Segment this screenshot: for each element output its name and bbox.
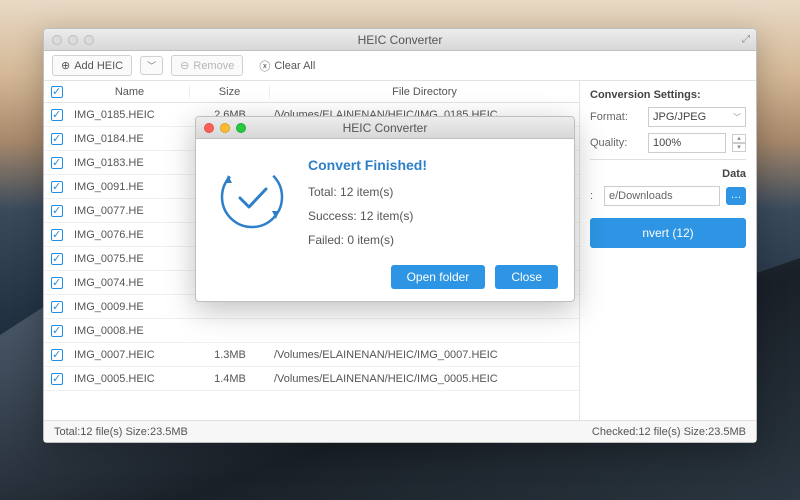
status-total: Total:12 file(s) Size:23.5MB xyxy=(54,426,188,438)
row-name: IMG_0185.HEIC xyxy=(70,109,190,121)
convert-button-label: nvert (12) xyxy=(642,226,693,240)
table-row[interactable]: IMG_0008.HE xyxy=(44,319,579,343)
table-row[interactable]: IMG_0007.HEIC1.3MB/Volumes/ELAINENAN/HEI… xyxy=(44,343,579,367)
row-checkbox[interactable] xyxy=(51,349,63,361)
plus-icon: ⊕ xyxy=(61,59,70,72)
convert-button[interactable]: nvert (12) xyxy=(590,218,746,248)
row-name: IMG_0074.HE xyxy=(70,277,190,289)
status-checked: Checked:12 file(s) Size:23.5MB xyxy=(592,426,746,438)
format-label: Format: xyxy=(590,111,642,123)
settings-pane: Conversion Settings: Format: JPG/JPEG ﹀ … xyxy=(580,81,756,420)
row-size: 1.4MB xyxy=(190,373,270,385)
main-titlebar[interactable]: HEIC Converter ⤢ xyxy=(44,29,756,51)
table-row[interactable]: IMG_0005.HEIC1.4MB/Volumes/ELAINENAN/HEI… xyxy=(44,367,579,391)
quality-input[interactable]: 100% xyxy=(648,133,726,153)
row-checkbox[interactable] xyxy=(51,277,63,289)
open-folder-button[interactable]: Open folder xyxy=(391,265,486,289)
row-checkbox[interactable] xyxy=(51,133,63,145)
main-window-title: HEIC Converter xyxy=(44,33,756,47)
zoom-icon[interactable] xyxy=(84,35,94,45)
clear-all-button[interactable]: ⓧ Clear All xyxy=(251,55,323,77)
row-checkbox[interactable] xyxy=(51,157,63,169)
row-name: IMG_0184.HE xyxy=(70,133,190,145)
dialog-total-line: Total: 12 item(s) xyxy=(308,185,427,199)
col-name-header[interactable]: Name xyxy=(70,86,190,98)
browse-button[interactable]: … xyxy=(726,187,746,205)
select-all-checkbox[interactable] xyxy=(51,86,63,98)
row-checkbox[interactable] xyxy=(51,109,63,121)
list-header: Name Size File Directory xyxy=(44,81,579,103)
chevron-down-icon: ﹀ xyxy=(733,112,741,123)
settings-heading: Conversion Settings: xyxy=(590,89,746,101)
quality-stepper[interactable]: ▴▾ xyxy=(732,134,746,152)
row-checkbox[interactable] xyxy=(51,205,63,217)
open-folder-label: Open folder xyxy=(407,270,470,284)
row-checkbox[interactable] xyxy=(51,301,63,313)
status-bar: Total:12 file(s) Size:23.5MB Checked:12 … xyxy=(44,420,756,442)
dialog-titlebar[interactable]: HEIC Converter xyxy=(196,117,574,139)
row-dir: /Volumes/ELAINENAN/HEIC/IMG_0005.HEIC xyxy=(270,373,579,385)
traffic-lights[interactable] xyxy=(44,35,94,45)
output-path-value: e/Downloads xyxy=(609,190,673,202)
quality-label: Quality: xyxy=(590,137,642,149)
zoom-icon[interactable] xyxy=(236,123,246,133)
minimize-icon[interactable] xyxy=(220,123,230,133)
row-name: IMG_0183.HE xyxy=(70,157,190,169)
row-checkbox[interactable] xyxy=(51,325,63,337)
row-name: IMG_0009.HE xyxy=(70,301,190,313)
row-name: IMG_0077.HE xyxy=(70,205,190,217)
col-size-header[interactable]: Size xyxy=(190,86,270,98)
remove-button[interactable]: ⊖ Remove xyxy=(171,55,243,76)
remove-label: Remove xyxy=(193,60,234,72)
success-spinner-icon xyxy=(216,161,288,233)
row-checkbox[interactable] xyxy=(51,181,63,193)
clear-icon: ⓧ xyxy=(259,58,270,74)
row-name: IMG_0076.HE xyxy=(70,229,190,241)
data-heading: Data xyxy=(590,168,746,180)
dialog-failed-line: Failed: 0 item(s) xyxy=(308,233,427,247)
format-select[interactable]: JPG/JPEG ﹀ xyxy=(648,107,746,127)
row-size: 1.3MB xyxy=(190,349,270,361)
add-heic-button[interactable]: ⊕ Add HEIC xyxy=(52,55,132,76)
close-icon[interactable] xyxy=(52,35,62,45)
minimize-icon[interactable] xyxy=(68,35,78,45)
output-path-field[interactable]: e/Downloads xyxy=(604,186,720,206)
row-name: IMG_0075.HE xyxy=(70,253,190,265)
dialog-title: HEIC Converter xyxy=(196,121,574,135)
row-dir: /Volumes/ELAINENAN/HEIC/IMG_0007.HEIC xyxy=(270,349,579,361)
expand-icon[interactable]: ⤢ xyxy=(742,34,750,45)
toolbar: ⊕ Add HEIC ﹀ ⊖ Remove ⓧ Clear All xyxy=(44,51,756,81)
row-name: IMG_0007.HEIC xyxy=(70,349,190,361)
minus-icon: ⊖ xyxy=(180,59,189,72)
close-button[interactable]: Close xyxy=(495,265,558,289)
dialog-success-line: Success: 12 item(s) xyxy=(308,209,427,223)
dialog-traffic-lights[interactable] xyxy=(196,123,246,133)
clear-all-label: Clear All xyxy=(274,60,315,72)
add-heic-label: Add HEIC xyxy=(74,60,123,72)
dialog-window: HEIC Converter Convert Finished! Total: … xyxy=(195,116,575,302)
output-path-prefix: : xyxy=(590,190,598,202)
quality-value: 100% xyxy=(653,137,681,149)
row-checkbox[interactable] xyxy=(51,373,63,385)
col-dir-header[interactable]: File Directory xyxy=(270,86,579,98)
row-name: IMG_0091.HE xyxy=(70,181,190,193)
close-label: Close xyxy=(511,270,542,284)
row-name: IMG_0008.HE xyxy=(70,325,190,337)
row-checkbox[interactable] xyxy=(51,253,63,265)
row-checkbox[interactable] xyxy=(51,229,63,241)
format-value: JPG/JPEG xyxy=(653,111,706,123)
add-heic-dropdown[interactable]: ﹀ xyxy=(140,56,163,75)
dialog-heading: Convert Finished! xyxy=(308,157,427,173)
row-name: IMG_0005.HEIC xyxy=(70,373,190,385)
close-icon[interactable] xyxy=(204,123,214,133)
